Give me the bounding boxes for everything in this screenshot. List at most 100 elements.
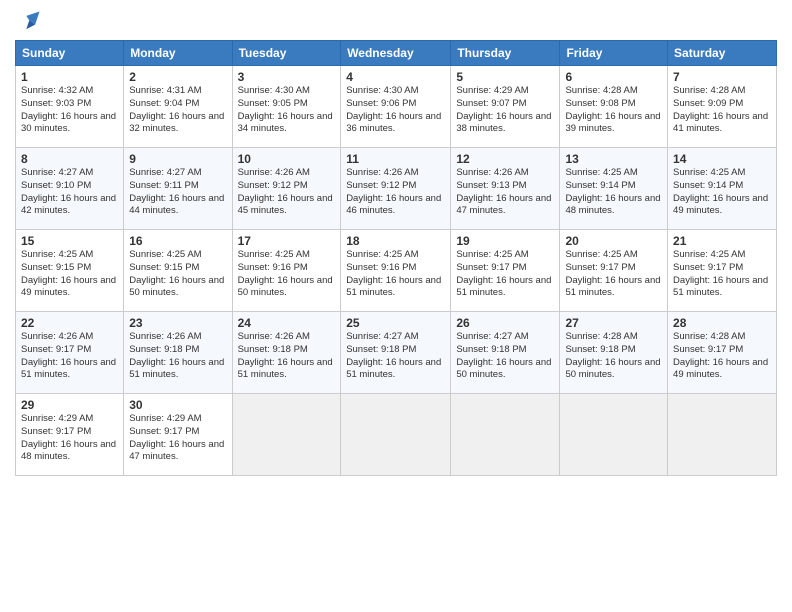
logo <box>15 10 41 32</box>
day-info: Sunrise: 4:29 AM Sunset: 9:17 PM Dayligh… <box>21 413 118 464</box>
day-number: 28 <box>673 316 771 330</box>
day-info: Sunrise: 4:32 AM Sunset: 9:03 PM Dayligh… <box>21 85 118 136</box>
day-info: Sunrise: 4:27 AM Sunset: 9:18 PM Dayligh… <box>456 331 554 382</box>
day-info: Sunrise: 4:28 AM Sunset: 9:17 PM Dayligh… <box>673 331 771 382</box>
weekday-header-saturday: Saturday <box>668 41 777 66</box>
calendar-cell: 13 Sunrise: 4:25 AM Sunset: 9:14 PM Dayl… <box>560 148 668 230</box>
week-row-3: 15 Sunrise: 4:25 AM Sunset: 9:15 PM Dayl… <box>16 230 777 312</box>
day-number: 8 <box>21 152 118 166</box>
calendar-cell: 29 Sunrise: 4:29 AM Sunset: 9:17 PM Dayl… <box>16 394 124 476</box>
day-number: 24 <box>238 316 336 330</box>
calendar-cell <box>451 394 560 476</box>
day-info: Sunrise: 4:26 AM Sunset: 9:17 PM Dayligh… <box>21 331 118 382</box>
calendar-cell <box>560 394 668 476</box>
day-number: 12 <box>456 152 554 166</box>
calendar-cell: 23 Sunrise: 4:26 AM Sunset: 9:18 PM Dayl… <box>124 312 232 394</box>
calendar-cell: 20 Sunrise: 4:25 AM Sunset: 9:17 PM Dayl… <box>560 230 668 312</box>
day-info: Sunrise: 4:27 AM Sunset: 9:10 PM Dayligh… <box>21 167 118 218</box>
day-number: 13 <box>565 152 662 166</box>
weekday-header-tuesday: Tuesday <box>232 41 341 66</box>
day-number: 27 <box>565 316 662 330</box>
calendar-cell: 21 Sunrise: 4:25 AM Sunset: 9:17 PM Dayl… <box>668 230 777 312</box>
day-info: Sunrise: 4:26 AM Sunset: 9:12 PM Dayligh… <box>238 167 336 218</box>
day-number: 14 <box>673 152 771 166</box>
day-number: 7 <box>673 70 771 84</box>
calendar: SundayMondayTuesdayWednesdayThursdayFrid… <box>15 40 777 476</box>
calendar-cell: 9 Sunrise: 4:27 AM Sunset: 9:11 PM Dayli… <box>124 148 232 230</box>
day-number: 29 <box>21 398 118 412</box>
calendar-cell: 4 Sunrise: 4:30 AM Sunset: 9:06 PM Dayli… <box>341 66 451 148</box>
day-info: Sunrise: 4:26 AM Sunset: 9:18 PM Dayligh… <box>129 331 226 382</box>
calendar-cell: 10 Sunrise: 4:26 AM Sunset: 9:12 PM Dayl… <box>232 148 341 230</box>
week-row-2: 8 Sunrise: 4:27 AM Sunset: 9:10 PM Dayli… <box>16 148 777 230</box>
weekday-header-friday: Friday <box>560 41 668 66</box>
day-info: Sunrise: 4:25 AM Sunset: 9:16 PM Dayligh… <box>346 249 445 300</box>
day-number: 26 <box>456 316 554 330</box>
week-row-5: 29 Sunrise: 4:29 AM Sunset: 9:17 PM Dayl… <box>16 394 777 476</box>
day-info: Sunrise: 4:26 AM Sunset: 9:18 PM Dayligh… <box>238 331 336 382</box>
calendar-cell: 26 Sunrise: 4:27 AM Sunset: 9:18 PM Dayl… <box>451 312 560 394</box>
day-info: Sunrise: 4:29 AM Sunset: 9:07 PM Dayligh… <box>456 85 554 136</box>
day-info: Sunrise: 4:25 AM Sunset: 9:14 PM Dayligh… <box>565 167 662 218</box>
calendar-cell: 30 Sunrise: 4:29 AM Sunset: 9:17 PM Dayl… <box>124 394 232 476</box>
week-row-4: 22 Sunrise: 4:26 AM Sunset: 9:17 PM Dayl… <box>16 312 777 394</box>
calendar-cell <box>232 394 341 476</box>
weekday-header-monday: Monday <box>124 41 232 66</box>
weekday-header-sunday: Sunday <box>16 41 124 66</box>
calendar-cell: 28 Sunrise: 4:28 AM Sunset: 9:17 PM Dayl… <box>668 312 777 394</box>
calendar-cell: 5 Sunrise: 4:29 AM Sunset: 9:07 PM Dayli… <box>451 66 560 148</box>
day-number: 3 <box>238 70 336 84</box>
calendar-cell: 15 Sunrise: 4:25 AM Sunset: 9:15 PM Dayl… <box>16 230 124 312</box>
day-number: 19 <box>456 234 554 248</box>
day-number: 25 <box>346 316 445 330</box>
day-number: 30 <box>129 398 226 412</box>
day-number: 17 <box>238 234 336 248</box>
day-info: Sunrise: 4:26 AM Sunset: 9:13 PM Dayligh… <box>456 167 554 218</box>
day-number: 6 <box>565 70 662 84</box>
day-number: 9 <box>129 152 226 166</box>
day-info: Sunrise: 4:28 AM Sunset: 9:08 PM Dayligh… <box>565 85 662 136</box>
day-number: 11 <box>346 152 445 166</box>
weekday-header-wednesday: Wednesday <box>341 41 451 66</box>
logo-icon <box>19 10 41 32</box>
day-info: Sunrise: 4:30 AM Sunset: 9:06 PM Dayligh… <box>346 85 445 136</box>
calendar-cell: 17 Sunrise: 4:25 AM Sunset: 9:16 PM Dayl… <box>232 230 341 312</box>
calendar-cell: 6 Sunrise: 4:28 AM Sunset: 9:08 PM Dayli… <box>560 66 668 148</box>
day-info: Sunrise: 4:27 AM Sunset: 9:11 PM Dayligh… <box>129 167 226 218</box>
day-number: 16 <box>129 234 226 248</box>
calendar-cell: 14 Sunrise: 4:25 AM Sunset: 9:14 PM Dayl… <box>668 148 777 230</box>
day-info: Sunrise: 4:27 AM Sunset: 9:18 PM Dayligh… <box>346 331 445 382</box>
day-number: 22 <box>21 316 118 330</box>
calendar-cell: 16 Sunrise: 4:25 AM Sunset: 9:15 PM Dayl… <box>124 230 232 312</box>
day-number: 10 <box>238 152 336 166</box>
day-number: 2 <box>129 70 226 84</box>
calendar-cell: 3 Sunrise: 4:30 AM Sunset: 9:05 PM Dayli… <box>232 66 341 148</box>
day-number: 18 <box>346 234 445 248</box>
day-number: 20 <box>565 234 662 248</box>
day-number: 4 <box>346 70 445 84</box>
day-info: Sunrise: 4:25 AM Sunset: 9:14 PM Dayligh… <box>673 167 771 218</box>
calendar-cell: 25 Sunrise: 4:27 AM Sunset: 9:18 PM Dayl… <box>341 312 451 394</box>
day-info: Sunrise: 4:31 AM Sunset: 9:04 PM Dayligh… <box>129 85 226 136</box>
calendar-cell: 1 Sunrise: 4:32 AM Sunset: 9:03 PM Dayli… <box>16 66 124 148</box>
day-info: Sunrise: 4:28 AM Sunset: 9:09 PM Dayligh… <box>673 85 771 136</box>
day-info: Sunrise: 4:25 AM Sunset: 9:17 PM Dayligh… <box>456 249 554 300</box>
day-info: Sunrise: 4:25 AM Sunset: 9:17 PM Dayligh… <box>565 249 662 300</box>
day-info: Sunrise: 4:29 AM Sunset: 9:17 PM Dayligh… <box>129 413 226 464</box>
day-info: Sunrise: 4:25 AM Sunset: 9:15 PM Dayligh… <box>21 249 118 300</box>
day-info: Sunrise: 4:30 AM Sunset: 9:05 PM Dayligh… <box>238 85 336 136</box>
calendar-cell: 18 Sunrise: 4:25 AM Sunset: 9:16 PM Dayl… <box>341 230 451 312</box>
page: SundayMondayTuesdayWednesdayThursdayFrid… <box>0 0 792 612</box>
day-number: 1 <box>21 70 118 84</box>
day-info: Sunrise: 4:28 AM Sunset: 9:18 PM Dayligh… <box>565 331 662 382</box>
calendar-cell: 24 Sunrise: 4:26 AM Sunset: 9:18 PM Dayl… <box>232 312 341 394</box>
calendar-cell: 22 Sunrise: 4:26 AM Sunset: 9:17 PM Dayl… <box>16 312 124 394</box>
weekday-header-thursday: Thursday <box>451 41 560 66</box>
calendar-cell: 8 Sunrise: 4:27 AM Sunset: 9:10 PM Dayli… <box>16 148 124 230</box>
calendar-cell: 19 Sunrise: 4:25 AM Sunset: 9:17 PM Dayl… <box>451 230 560 312</box>
weekday-header-row: SundayMondayTuesdayWednesdayThursdayFrid… <box>16 41 777 66</box>
calendar-cell: 11 Sunrise: 4:26 AM Sunset: 9:12 PM Dayl… <box>341 148 451 230</box>
header <box>15 10 777 32</box>
calendar-cell: 2 Sunrise: 4:31 AM Sunset: 9:04 PM Dayli… <box>124 66 232 148</box>
day-number: 21 <box>673 234 771 248</box>
